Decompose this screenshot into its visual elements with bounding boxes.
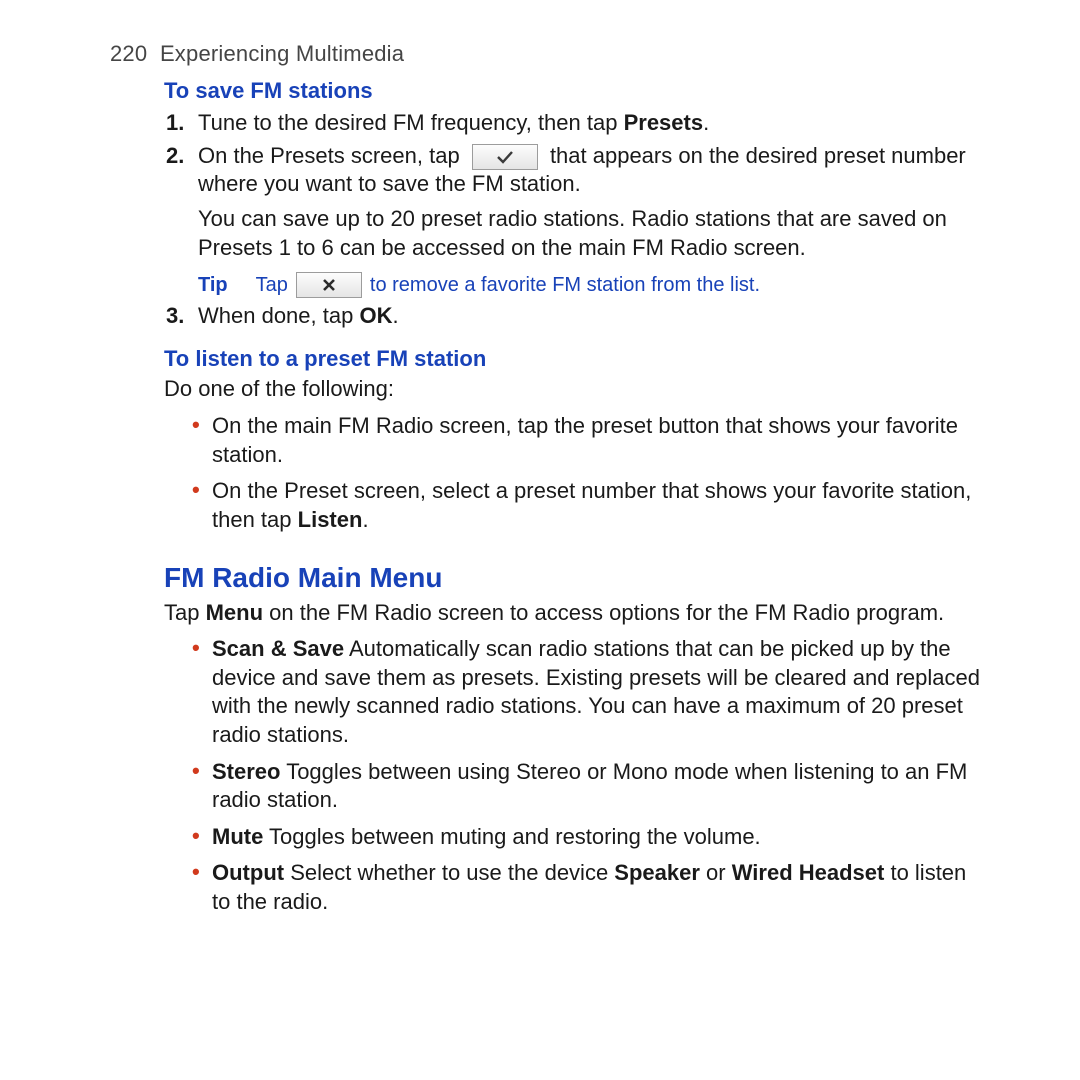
menu-intro: Tap Menu on the FM Radio screen to acces… — [164, 599, 990, 628]
step-1: Tune to the desired FM frequency, then t… — [194, 109, 990, 138]
tip-row: Tip Tap to remove a favorite FM station … — [198, 272, 990, 298]
save-steps-list: Tune to the desired FM frequency, then t… — [164, 109, 990, 331]
menu-bullet-stereo: Stereo Toggles between using Stereo or M… — [212, 758, 990, 815]
step-3-bold: OK — [359, 303, 392, 328]
chapter-title: Experiencing Multimedia — [160, 41, 404, 66]
menu-bullet-scan: Scan & Save Automatically scan radio sta… — [212, 635, 990, 749]
heading-save-fm: To save FM stations — [164, 77, 990, 106]
step-2-extra: You can save up to 20 preset radio stati… — [198, 205, 990, 262]
step-1-text: Tune to the desired FM frequency, then t… — [198, 110, 624, 135]
step-1-bold: Presets — [624, 110, 704, 135]
step-3: When done, tap OK. — [194, 302, 990, 331]
heading-listen-preset: To listen to a preset FM station — [164, 345, 990, 374]
heading-main-menu: FM Radio Main Menu — [164, 560, 990, 596]
manual-page: 220 Experiencing Multimedia To save FM s… — [0, 0, 1080, 957]
listen-bullets: On the main FM Radio screen, tap the pre… — [186, 412, 990, 534]
page-number: 220 — [110, 41, 147, 66]
listen-bullet-1: On the main FM Radio screen, tap the pre… — [212, 412, 990, 469]
listen-intro: Do one of the following: — [164, 375, 990, 404]
step-2-pre: On the Presets screen, tap — [198, 143, 466, 168]
tip-post: to remove a favorite FM station from the… — [370, 272, 760, 298]
menu-bullet-mute: Mute Toggles between muting and restorin… — [212, 823, 990, 852]
menu-bullets: Scan & Save Automatically scan radio sta… — [186, 635, 990, 916]
close-icon — [296, 272, 362, 298]
checkmark-icon — [472, 144, 538, 170]
step-2: On the Presets screen, tap that appears … — [194, 142, 990, 298]
tip-label: Tip — [198, 272, 228, 298]
listen-bullet-2: On the Preset screen, select a preset nu… — [212, 477, 990, 534]
step-3-pre: When done, tap — [198, 303, 359, 328]
tip-pre: Tap — [256, 272, 288, 298]
page-header: 220 Experiencing Multimedia — [110, 40, 990, 69]
menu-bullet-output: Output Select whether to use the device … — [212, 859, 990, 916]
